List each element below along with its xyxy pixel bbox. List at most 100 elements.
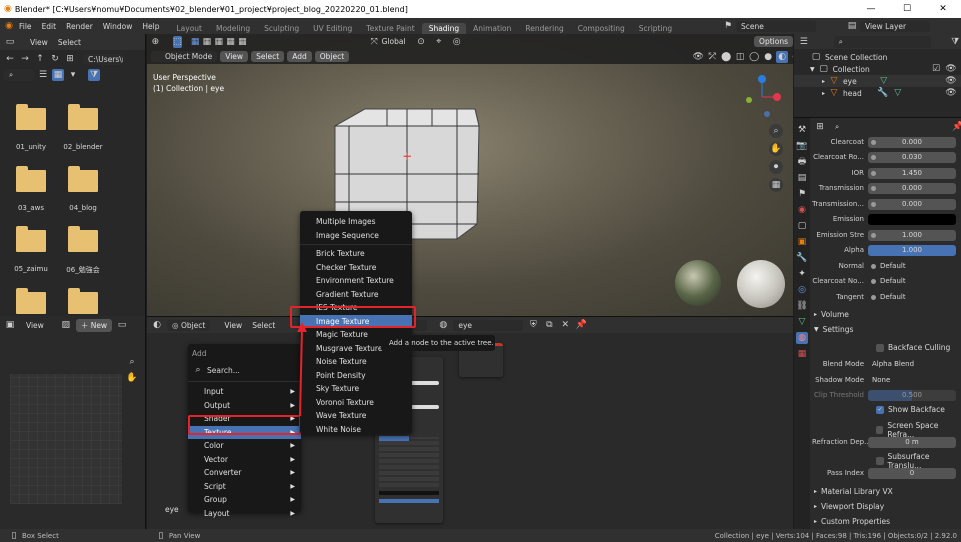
add-menu-search[interactable]: Search... [207, 366, 240, 375]
tex-item-environment[interactable]: Environment Texture [300, 274, 412, 288]
unlink-icon[interactable]: ✕ [559, 319, 571, 331]
prop-row[interactable]: Refraction Dep... 0 m [812, 436, 960, 448]
ne-menu-select[interactable]: Select [252, 321, 275, 330]
object-tab-icon[interactable]: ▣ [796, 236, 808, 248]
folder-icon[interactable] [16, 288, 46, 314]
prop-value[interactable]: 1.000 [868, 244, 956, 256]
fb-menu-select[interactable]: Select [58, 38, 81, 47]
open-image-icon[interactable]: ▭ [116, 319, 128, 331]
add-menu-item-converter[interactable]: Converter ▶ [188, 466, 301, 480]
tex-item-wave[interactable]: Wave Texture [300, 409, 412, 423]
prop-value[interactable]: Default [868, 275, 956, 287]
back-icon[interactable]: ← [4, 53, 16, 65]
refresh-icon[interactable]: ↻ [49, 53, 61, 65]
prop-row[interactable]: Clearcoat Ro... 0.030 [812, 151, 960, 163]
thumbnail-mode-icon[interactable]: ▦ [52, 69, 64, 81]
checkbox-icon[interactable]: ☑ [930, 63, 942, 75]
fb-menu-view[interactable]: View [30, 38, 48, 47]
prop-value[interactable]: 0.030 [868, 151, 956, 163]
tab-layout[interactable]: Layout [169, 23, 209, 34]
prop-row[interactable]: Shadow Mode None [812, 374, 960, 386]
folder-label[interactable]: 06_勉強会 [58, 265, 108, 275]
physics-tab-icon[interactable]: ◎ [796, 284, 808, 296]
close-button[interactable]: ✕ [925, 0, 961, 18]
folder-icon[interactable] [68, 166, 98, 192]
3d-viewport[interactable]: ⊕ ⬚ ▦ ▦ ▦ ▦ ▦ ⤧ Global ⊙ ⌖ ◎ Options Obj… [147, 34, 793, 316]
folder-label[interactable]: 02_blender [58, 143, 108, 151]
pin-icon[interactable]: 📌 [952, 121, 961, 133]
shadow-mode-dropdown[interactable]: None [868, 374, 956, 386]
camera-icon[interactable]: ⏺ [769, 160, 783, 174]
display-mode-icon[interactable]: ☰ [37, 69, 49, 81]
gizmo-icon[interactable]: ⤱ [706, 51, 718, 63]
folder-label[interactable]: 03_aws [6, 204, 56, 212]
prop-value[interactable]: 0.000 [868, 198, 956, 210]
menu-render[interactable]: Render [66, 22, 93, 31]
viewport-display-panel-header[interactable]: ▸ Viewport Display [814, 502, 884, 511]
emission-color-swatch[interactable] [868, 213, 956, 225]
prop-row[interactable]: Clearcoat No... Default [812, 275, 960, 287]
options-dropdown[interactable]: Options [754, 36, 793, 47]
maximize-button[interactable]: ☐ [889, 0, 925, 18]
backface-culling-checkbox[interactable]: Backface Culling [876, 343, 950, 352]
tex-item-noise[interactable]: Noise Texture [300, 355, 412, 369]
scene-selector[interactable]: Scene [736, 20, 816, 32]
prop-value[interactable]: 1.000 [868, 229, 956, 241]
select-mode-icon[interactable]: ▦ [191, 36, 200, 48]
prop-row[interactable]: Pass Index 0 [812, 467, 960, 479]
constraints-tab-icon[interactable]: ⛓ [796, 300, 808, 312]
tex-item-brick[interactable]: Brick Texture [300, 247, 412, 261]
tab-modeling[interactable]: Modeling [209, 23, 257, 34]
vp-menu-view[interactable]: View [220, 51, 249, 62]
prop-row[interactable]: Emission [812, 213, 960, 225]
rendered-shading-icon[interactable]: ◓ [790, 51, 793, 63]
properties-search[interactable]: ⌕ [830, 121, 926, 133]
world-tab-icon[interactable]: ◉ [796, 204, 808, 216]
select-mode-icon[interactable]: ▦ [214, 36, 223, 48]
folder-icon[interactable] [68, 104, 98, 130]
new-folder-icon[interactable]: ⊞ [64, 53, 76, 65]
tab-rendering[interactable]: Rendering [518, 23, 570, 34]
pin-icon[interactable]: 📌 [575, 319, 587, 331]
solid-shading-icon[interactable]: ● [762, 51, 774, 63]
add-menu-item-output[interactable]: Output ▶ [188, 399, 301, 413]
refraction-depth-field[interactable]: 0 m [868, 436, 956, 448]
eye-icon[interactable]: 👁 [945, 63, 957, 75]
minimize-button[interactable]: — [853, 0, 889, 18]
tab-shading[interactable]: Shading [421, 23, 467, 34]
data-tab-icon[interactable]: ▽ [796, 316, 808, 328]
tex-item-gradient[interactable]: Gradient Texture [300, 288, 412, 302]
blender-menu-icon[interactable]: ◉ [3, 20, 15, 32]
tex-item-point-density[interactable]: Point Density [300, 369, 412, 383]
tab-compositing[interactable]: Compositing [571, 23, 632, 34]
menu-window[interactable]: Window [103, 22, 133, 31]
folder-icon[interactable] [16, 104, 46, 130]
select-tool-icon[interactable]: ⬚ [172, 35, 182, 48]
prop-row[interactable]: Clip Threshold 0.500 [812, 389, 960, 401]
volume-panel-header[interactable]: ▸ Volume [814, 310, 849, 319]
prop-row[interactable]: Transmission 0.000 [812, 182, 960, 194]
outliner-item-head[interactable]: head [843, 89, 862, 98]
prop-row[interactable]: Clearcoat 0.000 [812, 136, 960, 148]
view-layer-selector[interactable]: View Layer [860, 20, 930, 32]
custom-properties-panel-header[interactable]: ▸ Custom Properties [814, 517, 890, 526]
material-name-field[interactable]: eye [453, 319, 524, 331]
tex-item-sky[interactable]: Sky Texture [300, 382, 412, 396]
tex-item-white-noise[interactable]: White Noise [300, 423, 412, 437]
prop-row[interactable]: Blend Mode Alpha Blend [812, 358, 960, 370]
image-canvas[interactable] [10, 374, 122, 504]
select-mode-icon[interactable]: ▦ [226, 36, 235, 48]
overlay-icon[interactable]: ⬤ [720, 51, 732, 63]
add-menu-item-group[interactable]: Group ▶ [188, 493, 301, 507]
forward-icon[interactable]: → [19, 53, 31, 65]
grid-icon[interactable]: ▦ [769, 178, 783, 192]
pan-hand-icon[interactable]: ✋ [769, 142, 783, 156]
add-menu-item-script[interactable]: Script ▶ [188, 480, 301, 494]
visibility-icon[interactable]: 👁 [692, 51, 704, 63]
img-menu-view[interactable]: View [26, 321, 44, 330]
editor-type-icon[interactable]: ▣ [4, 319, 16, 331]
filter-icon[interactable]: ⧩ [88, 69, 100, 81]
zoom-icon[interactable]: ⌕ [769, 124, 783, 138]
menu-edit[interactable]: Edit [42, 22, 57, 31]
tab-uv-editing[interactable]: UV Editing [306, 23, 359, 34]
